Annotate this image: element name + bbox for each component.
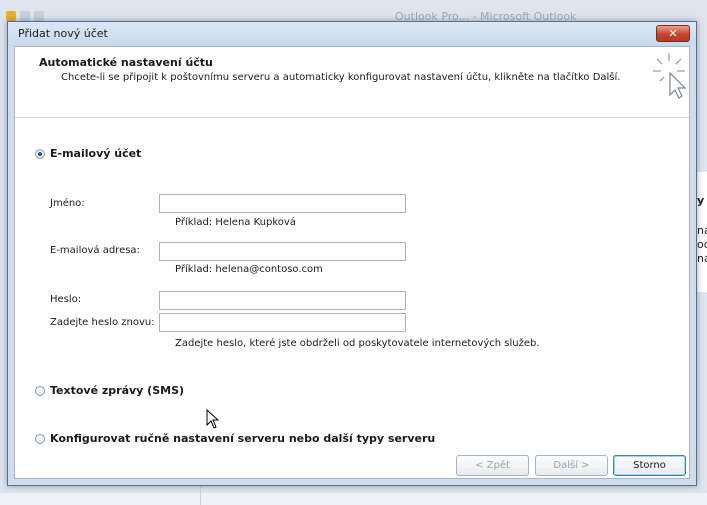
back-button[interactable]: < Zpět [456, 455, 529, 476]
name-hint: Příklad: Helena Kupková [175, 217, 296, 228]
header-divider [15, 117, 689, 118]
email-account-radio[interactable] [35, 148, 45, 159]
divider [200, 486, 201, 505]
reading-pane-text: y [697, 194, 705, 207]
undo-icon [34, 11, 44, 21]
sms-option[interactable]: Textové zprávy (SMS) [35, 384, 184, 397]
next-button[interactable]: Další > [535, 455, 608, 476]
email-address-hint: Příklad: helena@contoso.com [175, 264, 323, 275]
wizard-cursor-icon [653, 53, 687, 99]
name-input[interactable] [159, 194, 406, 213]
email-account-label: E-mailový účet [50, 147, 142, 160]
email-address-input[interactable] [159, 242, 406, 261]
add-account-dialog: Přidat nový účet ✕ Automatické nastavení… [7, 21, 697, 486]
sms-radio[interactable] [35, 385, 45, 396]
reading-pane-text: ná [697, 224, 707, 237]
dialog-content: Automatické nastavení účtu Chcete-li se … [14, 46, 690, 479]
save-icon [20, 11, 30, 21]
manual-config-radio[interactable] [35, 433, 45, 444]
sms-label: Textové zprávy (SMS) [50, 384, 185, 397]
background-status-area [0, 493, 707, 505]
email-account-option[interactable]: E-mailový účet [35, 147, 141, 160]
password-label: Heslo: [50, 294, 82, 305]
reading-pane-text: ná [697, 252, 707, 265]
password-confirm-label: Zadejte heslo znovu: [50, 317, 155, 328]
mouse-cursor-icon [206, 409, 220, 429]
outlook-app-icon [6, 11, 16, 21]
close-button[interactable]: ✕ [656, 25, 690, 42]
password-input[interactable] [159, 291, 406, 310]
password-confirm-input[interactable] [159, 313, 406, 332]
name-label: Jméno: [50, 198, 85, 209]
dialog-titlebar[interactable]: Přidat nový účet ✕ [8, 22, 696, 46]
manual-config-label: Konfigurovat ručně nastavení serveru neb… [50, 432, 436, 445]
close-icon: ✕ [668, 27, 678, 40]
wizard-header: Automatické nastavení účtu Chcete-li se … [15, 47, 689, 117]
password-hint: Zadejte heslo, které jste obdrželi od po… [175, 338, 540, 349]
cancel-button[interactable]: Storno [613, 455, 686, 476]
wizard-header-description: Chcete-li se připojit k poštovnímu serve… [61, 72, 621, 83]
reading-pane-text: oc [697, 238, 707, 251]
dialog-title: Přidat nový účet [18, 27, 108, 40]
manual-config-option[interactable]: Konfigurovat ručně nastavení serveru neb… [35, 432, 435, 445]
email-address-label: E-mailová adresa: [50, 245, 140, 256]
wizard-header-title: Automatické nastavení účtu [39, 56, 213, 69]
